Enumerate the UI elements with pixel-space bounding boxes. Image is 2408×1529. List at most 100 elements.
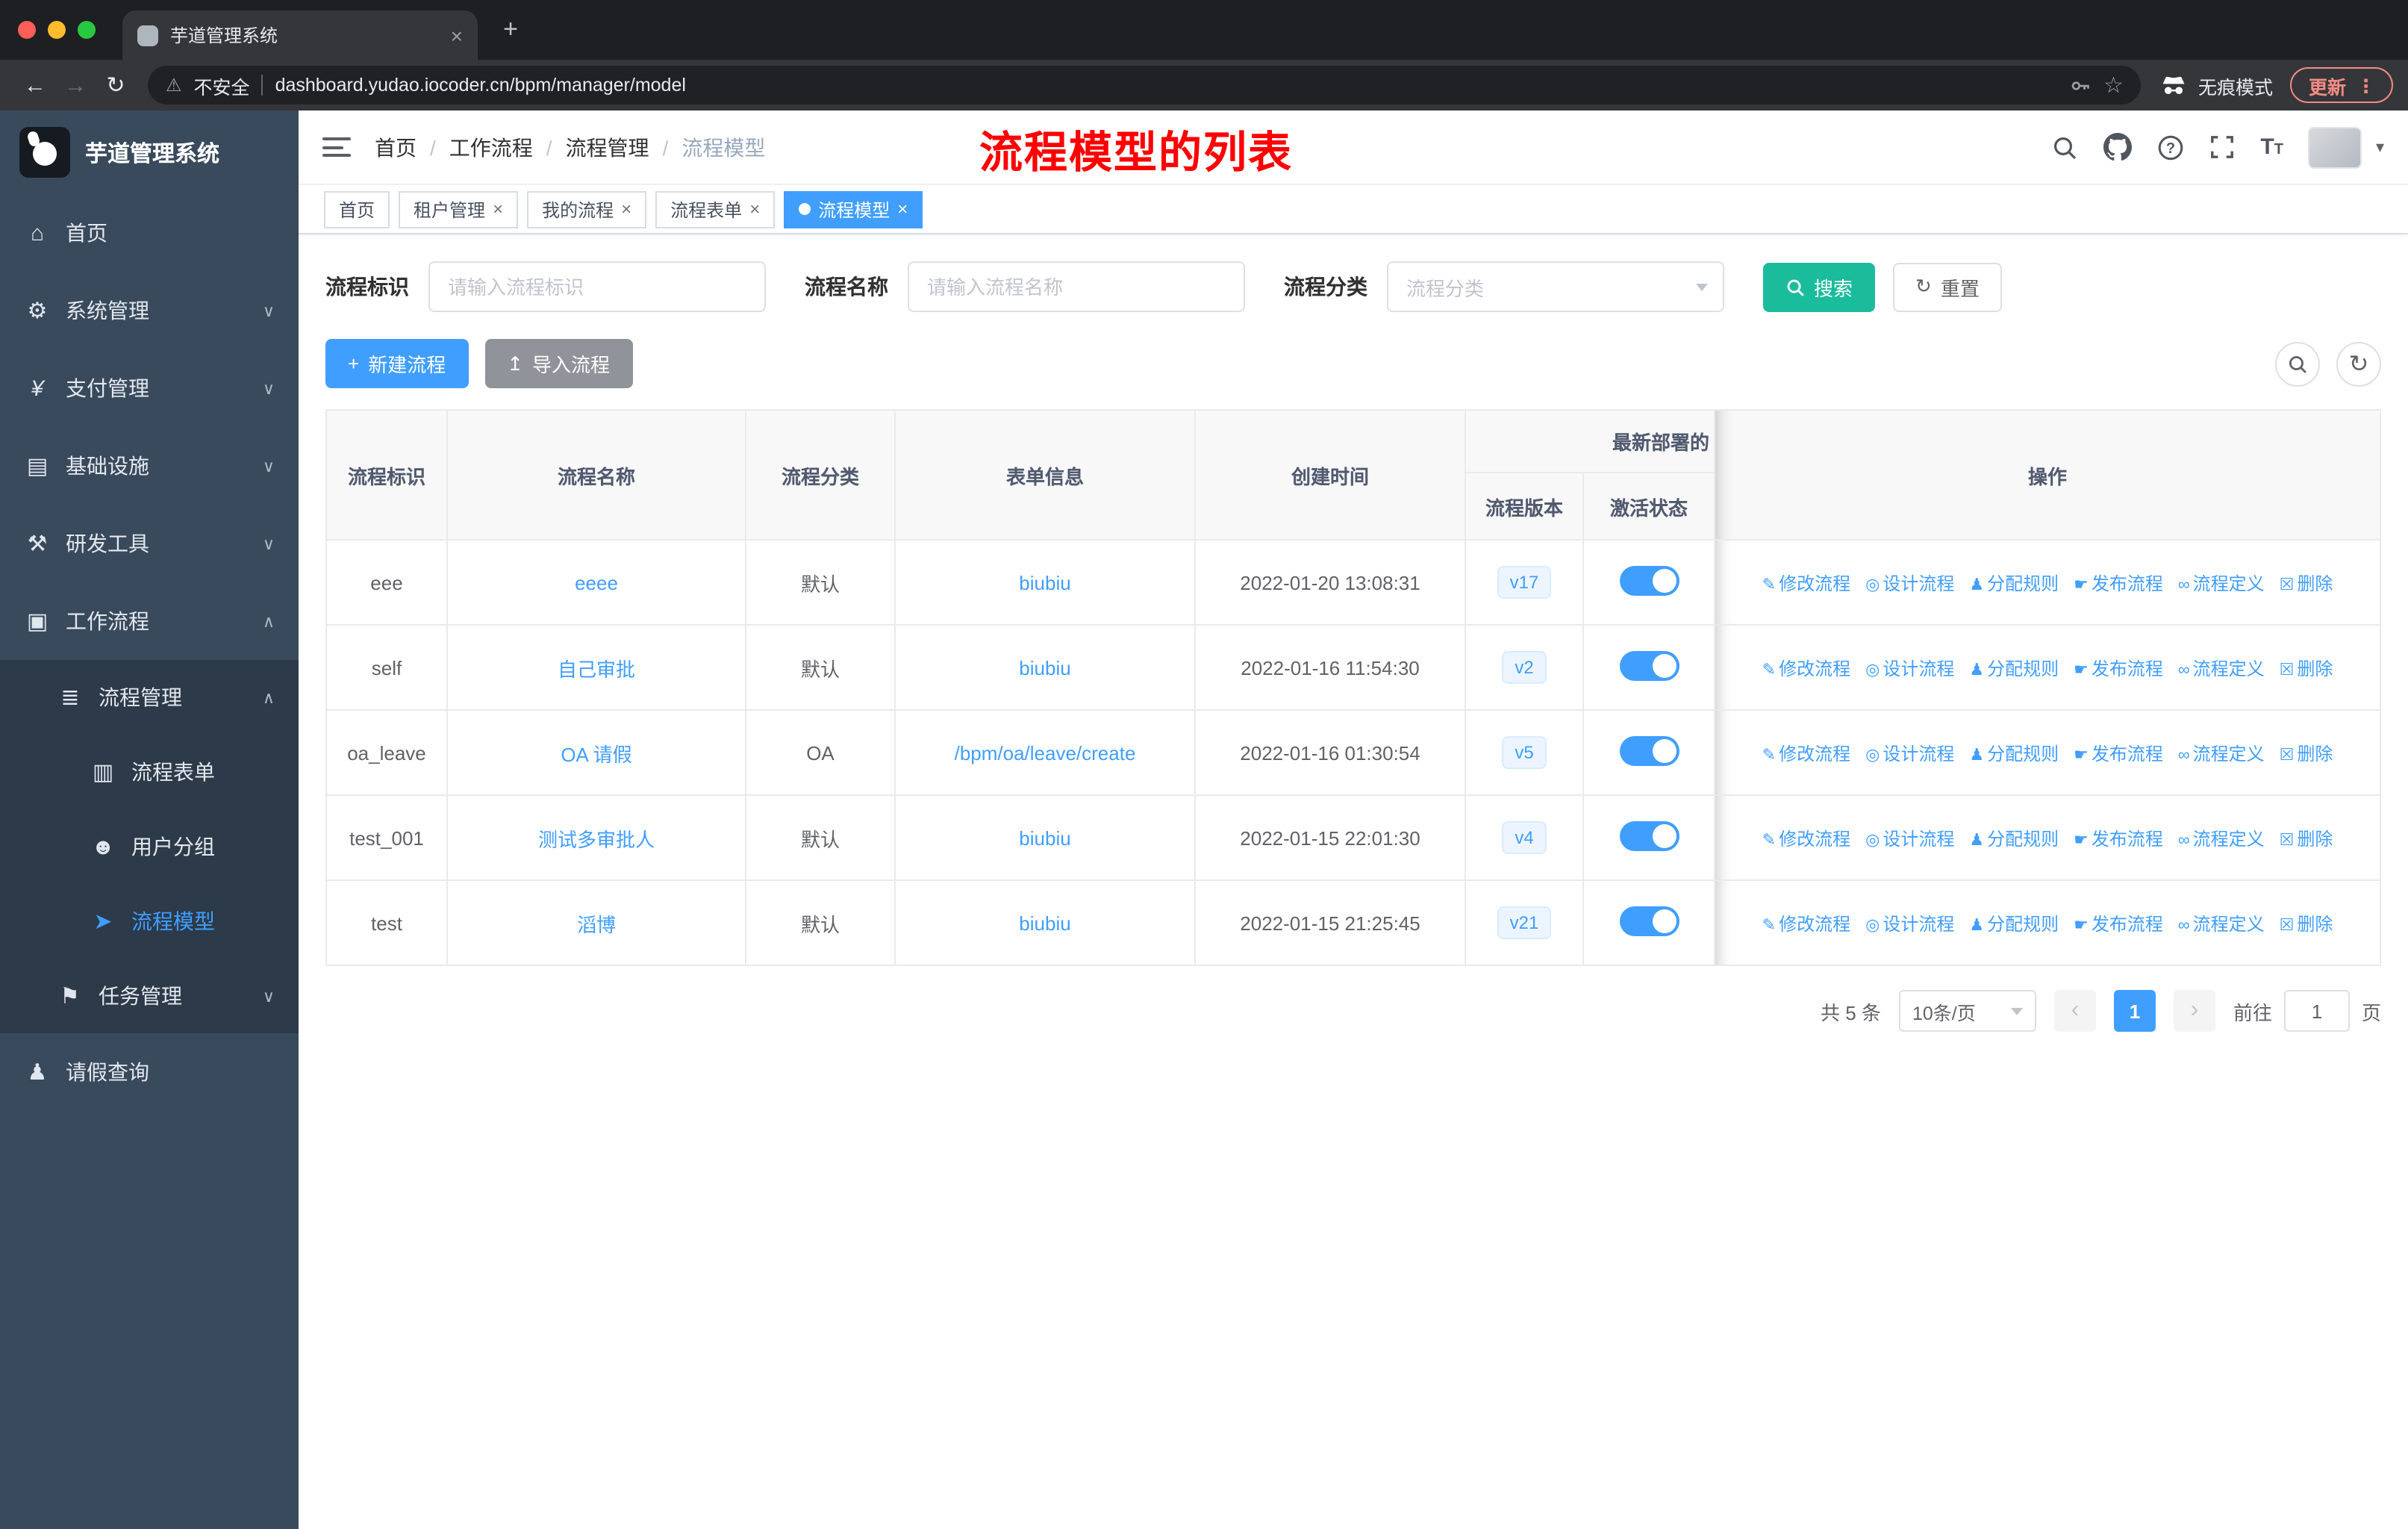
sidebar-item-user-group[interactable]: 用户分组 xyxy=(0,809,299,884)
tag-home[interactable]: 首页 xyxy=(324,190,390,228)
back-button[interactable] xyxy=(15,65,55,105)
action-definition[interactable]: 流程定义 xyxy=(2178,658,2265,679)
page-1-button[interactable]: 1 xyxy=(2113,990,2156,1032)
active-toggle[interactable] xyxy=(1619,565,1679,595)
active-toggle[interactable] xyxy=(1619,906,1679,935)
prev-page-button[interactable] xyxy=(2053,990,2096,1032)
tag-my-process[interactable]: 我的流程 xyxy=(527,190,647,228)
form-link[interactable]: biubiu xyxy=(1019,571,1070,594)
tab-close-icon[interactable] xyxy=(451,25,463,46)
version-badge[interactable]: v21 xyxy=(1497,906,1551,939)
action-delete[interactable]: 删除 xyxy=(2280,658,2333,679)
page-size-select[interactable]: 10条/页 xyxy=(1898,990,2036,1032)
action-definition[interactable]: 流程定义 xyxy=(2178,573,2265,594)
action-delete[interactable]: 删除 xyxy=(2280,828,2333,849)
process-name-link[interactable]: OA 请假 xyxy=(561,743,631,765)
action-modify[interactable]: 修改流程 xyxy=(1762,828,1850,849)
action-assign[interactable]: 分配规则 xyxy=(1969,828,2059,849)
sidebar-item-process-mgmt[interactable]: 流程管理 xyxy=(0,660,299,735)
action-assign[interactable]: 分配规则 xyxy=(1969,913,2059,934)
close-window-button[interactable] xyxy=(18,21,36,39)
action-publish[interactable]: 发布流程 xyxy=(2074,573,2163,594)
reset-button[interactable]: 重置 xyxy=(1893,262,2002,311)
form-link[interactable]: biubiu xyxy=(1019,826,1070,849)
url-text[interactable]: dashboard.yudao.iocoder.cn/bpm/manager/m… xyxy=(275,75,686,96)
sidebar-item-process-model[interactable]: 流程模型 xyxy=(0,884,299,959)
action-delete[interactable]: 删除 xyxy=(2280,913,2333,934)
action-design[interactable]: 设计流程 xyxy=(1865,743,1954,764)
sidebar-item-devtools[interactable]: 研发工具 xyxy=(0,505,299,582)
help-icon[interactable]: ? xyxy=(2157,134,2184,161)
version-badge[interactable]: v2 xyxy=(1502,651,1547,684)
tag-close-icon[interactable] xyxy=(621,200,631,218)
process-key-input[interactable] xyxy=(428,261,766,312)
tag-close-icon[interactable] xyxy=(493,200,503,218)
create-process-button[interactable]: 新建流程 xyxy=(325,339,469,388)
action-modify[interactable]: 修改流程 xyxy=(1762,658,1850,679)
process-name-link[interactable]: eeee xyxy=(575,571,618,594)
version-badge[interactable]: v5 xyxy=(1502,736,1547,769)
active-toggle[interactable] xyxy=(1619,820,1679,850)
action-design[interactable]: 设计流程 xyxy=(1865,828,1954,849)
version-badge[interactable]: v4 xyxy=(1502,821,1547,854)
sidebar-item-leave-query[interactable]: 请假查询 xyxy=(0,1033,299,1111)
active-toggle[interactable] xyxy=(1619,650,1679,680)
address-bar[interactable]: 不安全 dashboard.yudao.iocoder.cn/bpm/manag… xyxy=(148,66,2142,105)
form-link[interactable]: biubiu xyxy=(1019,912,1070,934)
new-tab-button[interactable] xyxy=(490,9,531,51)
search-button[interactable]: 搜索 xyxy=(1763,262,1876,311)
github-icon[interactable] xyxy=(2103,133,2133,161)
tag-tenant[interactable]: 租户管理 xyxy=(399,190,519,228)
sidebar-fold-button[interactable] xyxy=(322,137,351,157)
process-name-link[interactable]: 测试多审批人 xyxy=(538,828,655,850)
forward-button[interactable] xyxy=(55,65,96,105)
tag-process-model[interactable]: 流程模型 xyxy=(784,190,923,228)
sidebar-item-infra[interactable]: 基础设施 xyxy=(0,427,299,505)
process-category-select[interactable]: 流程分类 xyxy=(1387,261,1724,312)
action-publish[interactable]: 发布流程 xyxy=(2074,913,2163,934)
goto-page-input[interactable] xyxy=(2283,990,2350,1032)
action-modify[interactable]: 修改流程 xyxy=(1762,573,1850,594)
tag-close-icon[interactable] xyxy=(749,200,760,218)
next-page-button[interactable] xyxy=(2173,990,2215,1032)
action-delete[interactable]: 删除 xyxy=(2280,743,2333,764)
action-definition[interactable]: 流程定义 xyxy=(2178,913,2265,934)
update-button[interactable]: 更新 xyxy=(2290,67,2393,103)
action-definition[interactable]: 流程定义 xyxy=(2178,743,2265,764)
sidebar-item-system[interactable]: 系统管理 xyxy=(0,272,299,349)
breadcrumb-home[interactable]: 首页 xyxy=(375,132,417,162)
sidebar-item-process-form[interactable]: 流程表单 xyxy=(0,735,299,809)
active-toggle[interactable] xyxy=(1619,735,1679,765)
minimize-window-button[interactable] xyxy=(48,21,66,39)
version-badge[interactable]: v17 xyxy=(1497,566,1551,599)
breadcrumb-workflow[interactable]: 工作流程 xyxy=(449,132,533,162)
action-design[interactable]: 设计流程 xyxy=(1865,573,1954,594)
font-size-icon[interactable]: TT xyxy=(2260,134,2283,160)
form-link[interactable]: /bpm/oa/leave/create xyxy=(955,741,1136,764)
toggle-search-button[interactable] xyxy=(2275,341,2320,386)
action-publish[interactable]: 发布流程 xyxy=(2074,828,2163,849)
action-delete[interactable]: 删除 xyxy=(2280,573,2333,594)
process-name-link[interactable]: 自己审批 xyxy=(558,658,635,680)
import-process-button[interactable]: 导入流程 xyxy=(484,339,633,388)
security-label[interactable]: 不安全 xyxy=(194,71,250,99)
action-assign[interactable]: 分配规则 xyxy=(1969,743,2059,764)
sidebar-item-task-mgmt[interactable]: 任务管理 xyxy=(0,959,299,1033)
action-design[interactable]: 设计流程 xyxy=(1865,658,1954,679)
form-link[interactable]: biubiu xyxy=(1019,656,1070,679)
avatar-caret-icon[interactable] xyxy=(2376,137,2384,157)
action-definition[interactable]: 流程定义 xyxy=(2178,828,2265,849)
action-modify[interactable]: 修改流程 xyxy=(1762,743,1850,764)
sidebar-item-payment[interactable]: 支付管理 xyxy=(0,349,299,427)
action-design[interactable]: 设计流程 xyxy=(1865,913,1954,934)
process-name-link[interactable]: 滔博 xyxy=(577,913,616,935)
search-icon[interactable] xyxy=(2051,134,2078,161)
avatar[interactable] xyxy=(2308,126,2362,168)
browser-menu-icon[interactable] xyxy=(2356,74,2375,96)
key-icon[interactable] xyxy=(2069,74,2092,96)
process-name-input[interactable] xyxy=(908,261,1245,312)
breadcrumb-process-mgmt[interactable]: 流程管理 xyxy=(566,132,649,162)
sidebar-item-home[interactable]: 首页 xyxy=(0,194,299,272)
refresh-table-button[interactable] xyxy=(2336,341,2381,386)
action-publish[interactable]: 发布流程 xyxy=(2074,743,2163,764)
